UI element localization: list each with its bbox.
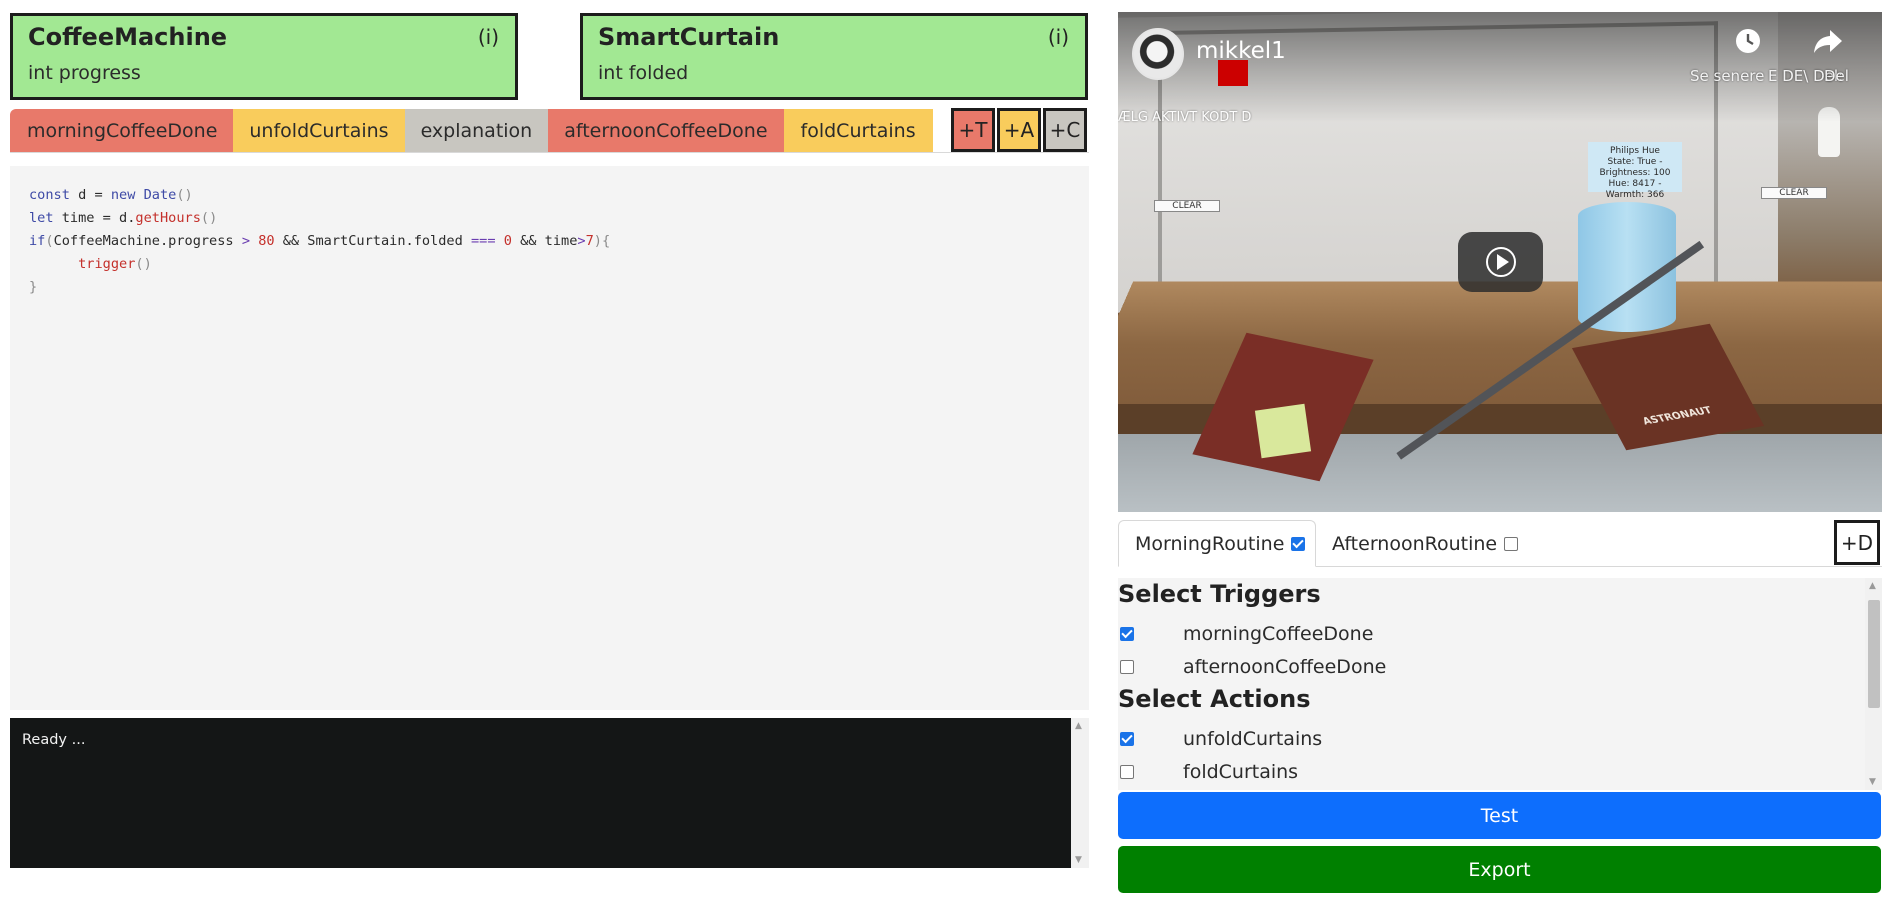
add-comment-button[interactable]: +C — [1043, 108, 1087, 152]
info-icon[interactable]: (i) — [1048, 25, 1069, 49]
triggers-heading: Select Triggers — [1118, 580, 1321, 608]
watch-later-label[interactable]: Se senere — [1690, 67, 1764, 85]
add-routine-button[interactable]: +D — [1834, 520, 1880, 565]
code-line: let time = d.getHours() — [29, 207, 1070, 230]
channel-avatar[interactable] — [1132, 28, 1184, 80]
routine-tabs: MorningRoutine AfternoonRoutine — [1118, 520, 1882, 567]
action-item[interactable]: unfoldCurtains — [1118, 727, 1322, 751]
tab-explanation[interactable]: explanation — [405, 109, 549, 153]
trigger-checkbox[interactable] — [1120, 660, 1134, 674]
code-line: if(CoffeeMachine.progress > 80 && SmartC… — [29, 230, 1070, 253]
routine-checkbox[interactable] — [1291, 537, 1305, 551]
clock-icon[interactable] — [1728, 26, 1768, 62]
info-icon[interactable]: (i) — [478, 25, 499, 49]
actions-heading: Select Actions — [1118, 685, 1310, 713]
add-trigger-button[interactable]: +T — [951, 108, 995, 152]
code-line: } — [29, 276, 1070, 299]
action-item[interactable]: foldCurtains — [1118, 760, 1298, 784]
scroll-down-icon[interactable]: ▼ — [1075, 855, 1082, 865]
code-tabs: morningCoffeeDone unfoldCurtains explana… — [10, 109, 933, 153]
play-button[interactable] — [1458, 232, 1543, 292]
code-line: trigger() — [29, 253, 1070, 276]
trigger-item[interactable]: morningCoffeeDone — [1118, 622, 1373, 646]
hue-label-line: Hue: 8417 - Warmth: 366 — [1588, 179, 1682, 201]
play-icon — [1486, 245, 1516, 279]
code-editor[interactable]: const d = new Date() let time = d.getHou… — [10, 166, 1089, 710]
action-checkbox[interactable] — [1120, 732, 1134, 746]
share-icon[interactable] — [1808, 26, 1848, 62]
export-button[interactable]: Export — [1118, 846, 1881, 893]
routine-label: AfternoonRoutine — [1332, 533, 1497, 555]
scroll-down-icon[interactable]: ▼ — [1869, 777, 1876, 787]
console-text: Ready ... — [22, 732, 85, 748]
action-label: unfoldCurtains — [1183, 728, 1322, 750]
tab-morningcoffeedone[interactable]: morningCoffeeDone — [10, 109, 233, 153]
console-scrollbar[interactable]: ▲ ▼ — [1071, 718, 1089, 868]
device-card-coffeemachine: CoffeeMachine (i) int progress — [10, 13, 518, 100]
tab-foldcurtains[interactable]: foldCurtains — [784, 109, 933, 153]
action-label: foldCurtains — [1183, 761, 1298, 783]
trigger-checkbox[interactable] — [1120, 627, 1134, 641]
trigger-item[interactable]: afternoonCoffeeDone — [1118, 655, 1386, 679]
hue-label-title: Philips Hue — [1588, 146, 1682, 157]
poster-text: ASTRONAUT — [1641, 405, 1714, 427]
scroll-up-icon[interactable]: ▲ — [1075, 721, 1082, 731]
device-field: int folded — [598, 62, 688, 84]
add-action-button[interactable]: +A — [997, 108, 1041, 152]
device-title: CoffeeMachine — [28, 23, 227, 51]
tab-afternoonroutine[interactable]: AfternoonRoutine — [1332, 520, 1518, 567]
trigger-label: afternoonCoffeeDone — [1183, 656, 1386, 678]
routine-checkbox[interactable] — [1504, 537, 1518, 551]
scroll-thumb[interactable] — [1868, 600, 1880, 708]
device-title: SmartCurtain — [598, 23, 779, 51]
code-line: const d = new Date() — [29, 184, 1070, 207]
trigger-label: morningCoffeeDone — [1183, 623, 1373, 645]
tab-divider — [10, 152, 1089, 153]
device-field: int progress — [28, 62, 141, 84]
device-card-smartcurtain: SmartCurtain (i) int folded — [580, 13, 1088, 100]
cube-image — [1255, 404, 1311, 458]
select-panel: Select Triggers morningCoffeeDone aftern… — [1118, 578, 1882, 790]
routine-label: MorningRoutine — [1135, 533, 1284, 555]
video-player[interactable]: ASTRONAUT Philips Hue State: True - Brig… — [1118, 12, 1882, 512]
tab-afternooncoffeedone[interactable]: afternoonCoffeeDone — [548, 109, 783, 153]
overlay-text: ÆLG AKTIVT KODT D — [1118, 110, 1251, 125]
clear-label: CLEAR — [1761, 187, 1827, 199]
tab-unfoldcurtains[interactable]: unfoldCurtains — [233, 109, 404, 153]
clear-label: CLEAR — [1154, 200, 1220, 212]
share-label[interactable]: Del — [1824, 67, 1849, 85]
select-scrollbar[interactable]: ▲ ▼ — [1865, 578, 1882, 790]
hue-label: Philips Hue State: True - Brightness: 10… — [1588, 142, 1682, 192]
scroll-up-icon[interactable]: ▲ — [1869, 581, 1876, 591]
hue-label-line: State: True - Brightness: 100 — [1588, 157, 1682, 179]
action-checkbox[interactable] — [1120, 765, 1134, 779]
tab-morningroutine[interactable]: MorningRoutine — [1118, 520, 1316, 567]
record-indicator — [1218, 60, 1248, 86]
test-button[interactable]: Test — [1118, 792, 1881, 839]
console-output: Ready ... ▲ ▼ — [10, 718, 1089, 868]
